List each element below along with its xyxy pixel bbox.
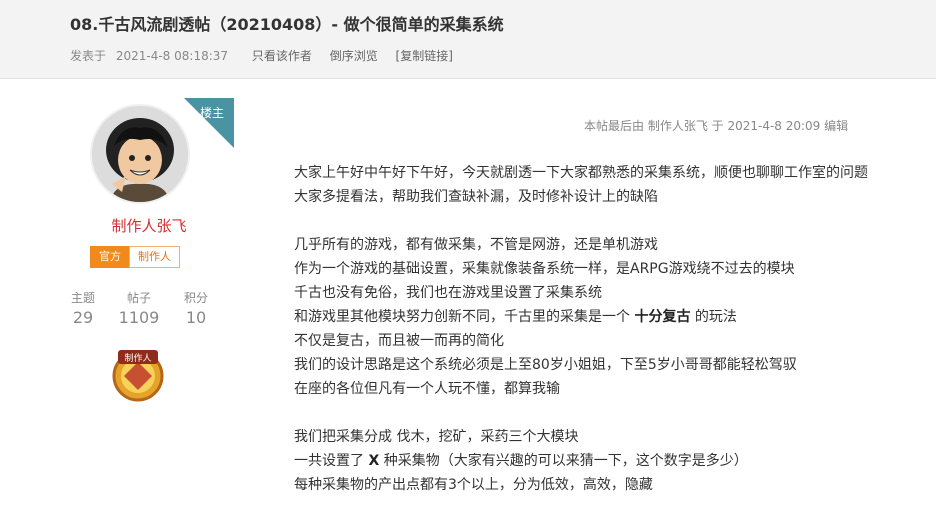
post-line: 不仅是复古，而且被一而再的简化 [294, 333, 504, 349]
stat-value: 29 [72, 308, 94, 327]
post-line: 我们把采集分成 伐木，挖矿，采药三个大模块 [294, 429, 579, 445]
author-name[interactable]: 制作人张飞 [64, 215, 234, 236]
thread-title: 08.千古风流剧透帖（20210408）- 做个很简单的采集系统 [70, 15, 504, 34]
badge-role: 制作人 [129, 246, 180, 268]
copy-link[interactable]: [复制链接] [396, 49, 453, 63]
stat-topics[interactable]: 主题 29 [61, 289, 105, 327]
author-badges: 官方 制作人 [90, 246, 180, 268]
edited-note: 本帖最后由 制作人张飞 于 2021-4-8 20:09 编辑 [584, 119, 849, 133]
op-ribbon: 楼主 [184, 98, 234, 148]
producer-medal-icon[interactable]: 制作人 [108, 344, 168, 404]
reverse-order-link[interactable]: 倒序浏览 [330, 49, 378, 63]
post-line: 和游戏里其他模块努力创新不同，千古里的采集是一个 十分复古 的玩法 [294, 305, 868, 329]
post-line [294, 401, 868, 425]
post-line [294, 209, 868, 233]
thread-header: 08.千古风流剧透帖（20210408）- 做个很简单的采集系统 发表于 202… [0, 0, 936, 79]
post-line-text: 一共设置了 [294, 453, 369, 469]
thread-meta: 发表于 2021-4-8 08:18:37 只看该作者 倒序浏览 [复制链接] [70, 47, 467, 64]
post-line: 千古也没有免俗，我们也在游戏里设置了采集系统 [294, 285, 602, 301]
author-sidebar: 楼主 制作人张飞 官方 制作人 主题 29 帖子 1109 积分 10 制作人 [64, 79, 234, 509]
stat-posts[interactable]: 帖子 1109 [117, 289, 161, 327]
stat-label: 帖子 [126, 291, 151, 305]
post: 楼主 制作人张飞 官方 制作人 主题 29 帖子 1109 积分 10 制作人 … [0, 79, 936, 509]
post-line: 大家上午好中午好下午好，今天就剧透一下大家都熟悉的采集系统，顺便也聊聊工作室的问… [294, 165, 868, 181]
post-body: 大家上午好中午好下午好，今天就剧透一下大家都熟悉的采集系统，顺便也聊聊工作室的问… [294, 161, 868, 497]
posted-prefix: 发表于 [70, 49, 107, 63]
post-line-text: 种采集物（大家有兴趣的可以来猜一下，这个数字是多少） [379, 453, 748, 469]
stat-points[interactable]: 积分 10 [174, 289, 218, 327]
post-line: 每种采集物的产出点都有3个以上，分为低效，高效，隐藏 [294, 477, 653, 493]
post-line-bold: X [368, 453, 380, 469]
post-line-text: 和游戏里其他模块努力创新不同，千古里的采集是一个 [294, 309, 635, 325]
post-line: 作为一个游戏的基础设置，采集就像装备系统一样，是ARPG游戏绕不过去的模块 [294, 261, 795, 277]
op-tag: 楼主 [200, 106, 225, 120]
post-line-text: 的玩法 [690, 309, 737, 325]
stat-label: 积分 [183, 291, 208, 305]
post-line: 在座的各位但凡有一个人玩不懂，都算我输 [294, 381, 560, 397]
posted-date: 2021-4-8 08:18:37 [115, 49, 229, 63]
badge-official: 官方 [90, 246, 130, 268]
post-line: 几乎所有的游戏，都有做采集，不管是网游，还是单机游戏 [294, 237, 658, 253]
avatar[interactable] [90, 104, 190, 204]
post-line-bold: 十分复古 [634, 309, 691, 325]
avatar-image [92, 106, 188, 202]
post-line: 大家多提看法，帮助我们查缺补漏，及时修补设计上的缺陷 [294, 189, 658, 205]
post-line: 我们的设计思路是这个系统必须是上至80岁小姐姐，下至5岁小哥哥都能轻松驾驭 [294, 357, 797, 373]
medal-text: 制作人 [124, 352, 151, 364]
stat-value: 10 [185, 308, 207, 327]
author-only-link[interactable]: 只看该作者 [252, 49, 312, 63]
stat-label: 主题 [70, 291, 95, 305]
stat-value: 1109 [118, 308, 160, 327]
post-line: 一共设置了 X 种采集物（大家有兴趣的可以来猜一下，这个数字是多少） [294, 449, 868, 473]
